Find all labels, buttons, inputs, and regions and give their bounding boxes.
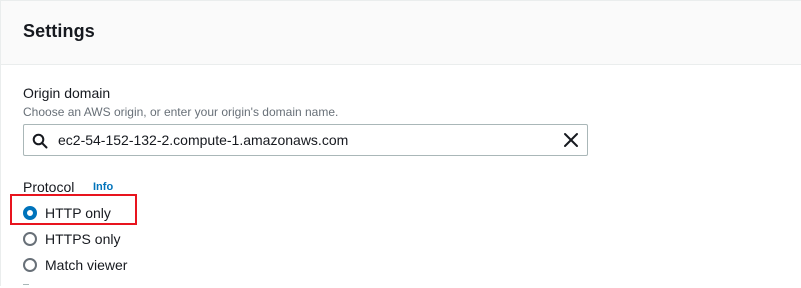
radio-label[interactable]: HTTPS only [45, 231, 120, 247]
origin-domain-input[interactable]: ec2-54-152-132-2.compute-1.amazonaws.com [23, 124, 588, 156]
radio-label[interactable]: HTTP only [45, 205, 111, 221]
radio-unchecked-icon[interactable] [23, 258, 37, 272]
origin-domain-description: Choose an AWS origin, or enter your orig… [23, 105, 339, 119]
settings-panel: Settings Origin domain Choose an AWS ori… [0, 0, 801, 286]
protocol-info-link[interactable]: Info [93, 181, 113, 193]
divider [23, 284, 29, 288]
close-icon[interactable] [562, 131, 580, 149]
radio-unchecked-icon[interactable] [23, 232, 37, 246]
search-icon [32, 133, 48, 149]
panel-header: Settings [1, 1, 801, 65]
radio-checked-icon[interactable] [23, 206, 37, 220]
origin-domain-value[interactable]: ec2-54-152-132-2.compute-1.amazonaws.com [58, 132, 348, 148]
protocol-label: Protocol [23, 179, 75, 195]
origin-domain-label: Origin domain [23, 85, 111, 101]
panel-title: Settings [23, 21, 95, 41]
radio-label[interactable]: Match viewer [45, 257, 127, 273]
